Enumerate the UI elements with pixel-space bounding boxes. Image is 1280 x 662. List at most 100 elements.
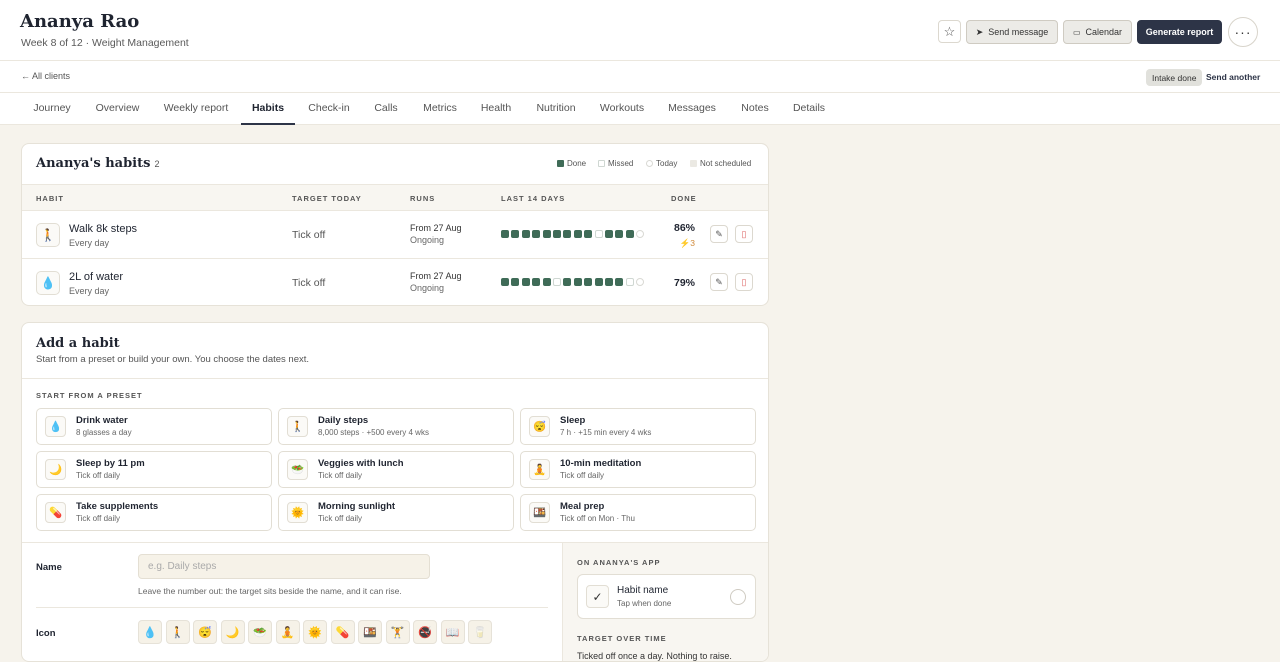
day-cell-done: [511, 278, 520, 286]
last-14-days-strip: [501, 278, 645, 286]
preset-drink-water[interactable]: 💧 Drink water 8 glasses a day: [36, 408, 272, 445]
preset-subtitle: Tick off daily: [560, 471, 605, 480]
sun-icon[interactable]: 🌞: [303, 620, 327, 644]
tab-journey[interactable]: Journey: [21, 93, 83, 125]
generate-report-button[interactable]: Generate report: [1137, 20, 1222, 44]
day-cell-missed: [625, 278, 634, 286]
no-smoking-icon[interactable]: 🚭: [413, 620, 437, 644]
habit-target: Tick off: [292, 277, 326, 289]
preset-subtitle: 8 glasses a day: [76, 428, 132, 437]
preset-meal-prep[interactable]: 🍱 Meal prep Tick off on Mon · Thu: [520, 494, 756, 531]
legend-not-scheduled-label: Not scheduled: [700, 159, 752, 168]
pencil-icon: ✎: [715, 228, 723, 239]
tab-metrics[interactable]: Metrics: [411, 93, 469, 125]
send-message-label: Send message: [988, 27, 1049, 37]
preset-subtitle: Tick off daily: [76, 471, 121, 480]
preset-title: Daily steps: [318, 415, 369, 426]
col-runs: RUNS: [410, 194, 436, 203]
trash-icon: ▯: [741, 228, 747, 239]
delete-button[interactable]: ▯: [735, 225, 753, 243]
walking-icon[interactable]: 🚶: [165, 620, 190, 644]
day-cell-done: [501, 230, 509, 238]
legend-today: Today: [646, 159, 677, 168]
day-cell-done: [594, 278, 603, 286]
preset-daily-steps[interactable]: 🚶 Daily steps 8,000 steps · +500 every 4…: [278, 408, 514, 445]
bento-box-icon[interactable]: 🍱: [358, 620, 382, 644]
name-label: Name: [36, 562, 62, 573]
tab-habits[interactable]: Habits: [241, 93, 295, 125]
delete-button[interactable]: ▯: [735, 273, 753, 291]
tab-check-in[interactable]: Check-in: [298, 93, 360, 125]
send-icon: ➤: [975, 26, 984, 37]
back-to-clients-link[interactable]: ← All clients: [21, 71, 70, 81]
walking-icon: 🚶: [36, 223, 60, 247]
intake-status-badge: Intake done: [1146, 69, 1203, 86]
meditation-icon: 🧘: [529, 459, 550, 480]
habit-name-input[interactable]: [138, 554, 430, 579]
legend-missed-swatch: [598, 160, 605, 167]
weightlifting-icon[interactable]: 🏋: [385, 620, 410, 644]
more-button[interactable]: ···: [1228, 17, 1258, 47]
tab-messages[interactable]: Messages: [657, 93, 727, 125]
sleeping-face-icon[interactable]: 😴: [193, 620, 217, 644]
water-drop-icon[interactable]: 💧: [138, 620, 162, 644]
last-14-days-strip: [501, 230, 645, 238]
star-icon: ☆: [943, 23, 956, 39]
preset-sleep[interactable]: 😴 Sleep 7 h · +15 min every 4 wks: [520, 408, 756, 445]
divider: [22, 378, 768, 379]
preset-veggies-with-lunch[interactable]: 🥗 Veggies with lunch Tick off daily: [278, 451, 514, 488]
habit-done-percent: 79%: [673, 277, 695, 289]
moon-icon[interactable]: 🌙: [220, 620, 245, 644]
calendar-button[interactable]: ▭ Calendar: [1063, 20, 1132, 44]
tab-notes[interactable]: Notes: [730, 93, 780, 125]
day-cell-done: [625, 230, 634, 238]
water-drop-icon: 💧: [45, 416, 66, 437]
salad-icon[interactable]: 🥗: [248, 620, 272, 644]
tab-weekly-report[interactable]: Weekly report: [152, 93, 240, 125]
pill-icon[interactable]: 💊: [330, 620, 355, 644]
col-habit: HABIT: [36, 194, 64, 203]
meditation-icon[interactable]: 🧘: [275, 620, 300, 644]
generate-report-label: Generate report: [1145, 27, 1214, 37]
tab-details[interactable]: Details: [782, 93, 836, 125]
edit-button[interactable]: ✎: [710, 225, 728, 243]
table-row: 🚶 Walk 8k steps Every day Tick off From …: [22, 211, 768, 259]
name-hint: Leave the number out: the target sits be…: [138, 586, 402, 596]
walking-icon: 🚶: [287, 416, 308, 437]
preset-title: Veggies with lunch: [318, 458, 404, 469]
tab-overview[interactable]: Overview: [85, 93, 150, 125]
day-cell-done: [573, 278, 582, 286]
star-button[interactable]: ☆: [938, 20, 961, 43]
calendar-icon: ▭: [1072, 27, 1081, 37]
app-preview-label: ON ANANYA'S APP: [577, 558, 661, 567]
tab-workouts[interactable]: Workouts: [590, 93, 654, 125]
calendar-label: Calendar: [1085, 27, 1123, 37]
tab-calls[interactable]: Calls: [362, 93, 410, 125]
add-habit-subtitle: Start from a preset or build your own. Y…: [36, 354, 310, 365]
legend-done: Done: [557, 159, 586, 168]
edit-button[interactable]: ✎: [710, 273, 728, 291]
preset-take-supplements[interactable]: 💊 Take supplements Tick off daily: [36, 494, 272, 531]
habit-done-percent: 86%: [673, 222, 695, 234]
book-icon[interactable]: 📖: [440, 620, 465, 644]
tab-nutrition[interactable]: Nutrition: [524, 93, 588, 125]
col-done: DONE: [671, 194, 697, 203]
habit-target: Tick off: [292, 229, 326, 241]
preset-subtitle: Tick off daily: [318, 471, 363, 480]
send-message-button[interactable]: ➤ Send message: [966, 20, 1058, 44]
day-cell-missed: [552, 278, 561, 286]
preset-title: Sleep by 11 pm: [76, 458, 145, 469]
app-habit-preview: ✓ Habit name Tap when done: [577, 574, 756, 619]
day-cell-done: [511, 230, 520, 238]
app-habit-sub: Tap when done: [617, 599, 672, 608]
pencil-icon: ✎: [715, 276, 723, 287]
preset-morning-sunlight[interactable]: 🌞 Morning sunlight Tick off daily: [278, 494, 514, 531]
habits-title: Ananya's habits 2: [36, 156, 159, 171]
preset-meditation[interactable]: 🧘 10-min meditation Tick off daily: [520, 451, 756, 488]
tab-health[interactable]: Health: [470, 93, 522, 125]
preset-sleep-by-11pm[interactable]: 🌙 Sleep by 11 pm Tick off daily: [36, 451, 272, 488]
streak-badge: ⚡3: [679, 238, 695, 248]
milk-glass-icon[interactable]: 🥛: [468, 620, 492, 644]
send-another-link[interactable]: Send another: [1206, 72, 1260, 82]
target-over-time-text: Ticked off once a day. Nothing to raise.: [577, 651, 732, 661]
